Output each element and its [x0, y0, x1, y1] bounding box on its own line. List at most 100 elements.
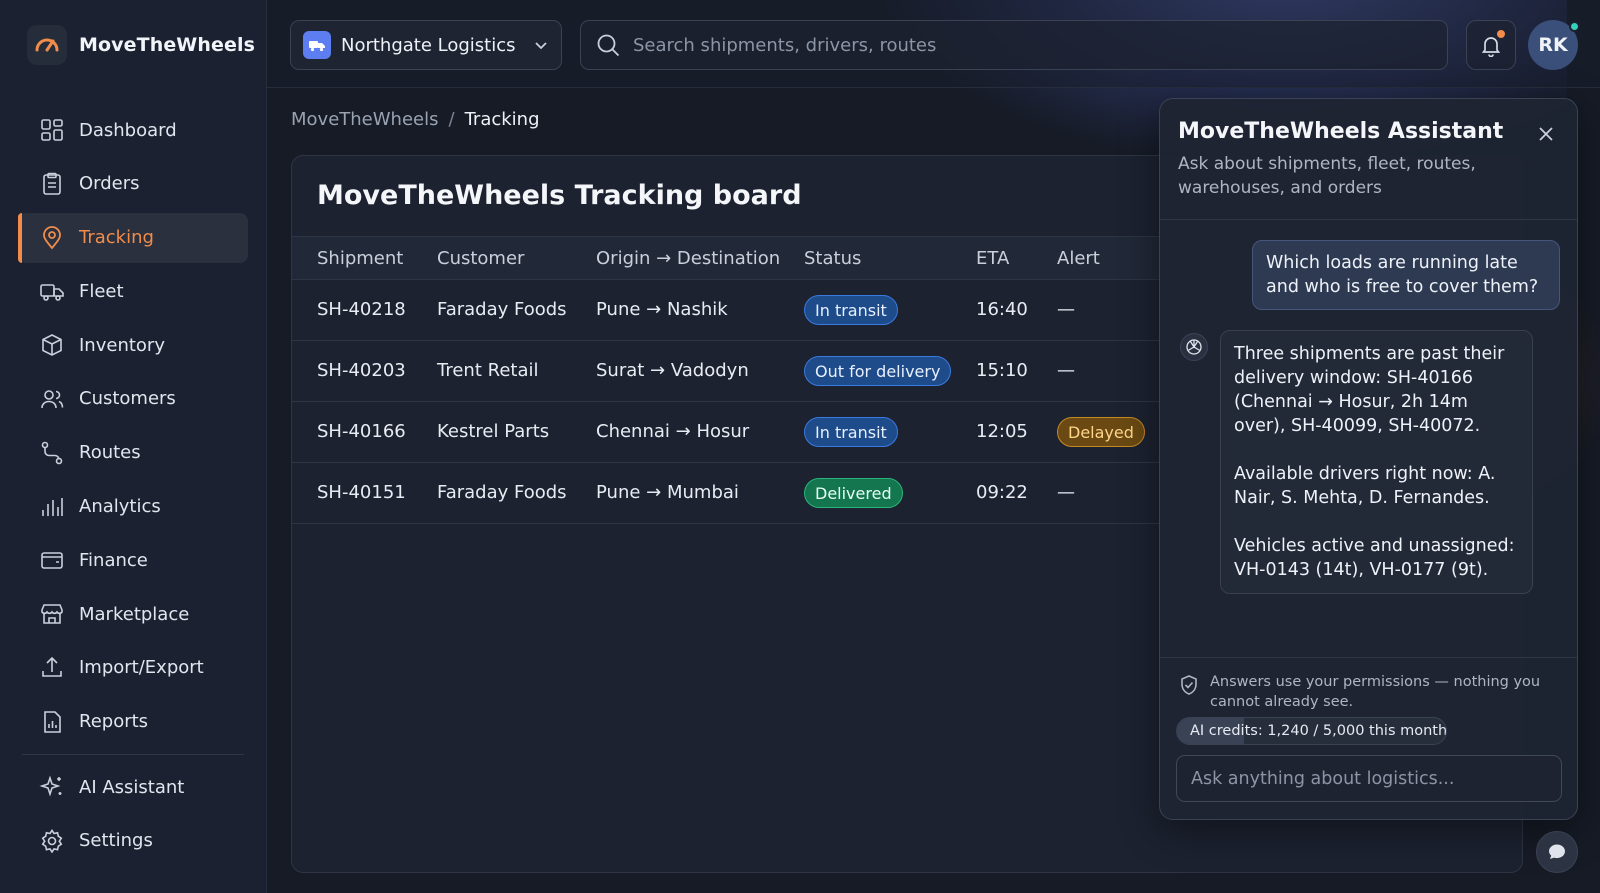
breadcrumb-root-link[interactable]: MoveTheWheels — [291, 109, 438, 130]
sidebar-item-label: Settings — [79, 830, 153, 852]
delayed-alert-badge: Delayed — [1057, 417, 1145, 447]
sidebar-item-routes[interactable]: Routes — [18, 428, 248, 478]
breadcrumb-separator: / — [448, 109, 455, 130]
route: Surat → Vadodyn — [596, 360, 749, 381]
sidebar-item-label: Orders — [79, 173, 140, 195]
assistant-message-paragraph: Available drivers right now: A. Nair, S.… — [1234, 464, 1496, 508]
sidebar-item-customers[interactable]: Customers — [18, 374, 248, 424]
online-status-dot — [1569, 21, 1580, 32]
box-icon — [42, 334, 62, 357]
assistant-input[interactable] — [1176, 755, 1562, 802]
route: Chennai → Hosur — [596, 421, 750, 442]
column-header-alert[interactable]: Alert — [1057, 248, 1100, 269]
sidebar-item-finance[interactable]: Finance — [18, 535, 248, 585]
sidebar-item-label: Customers — [79, 388, 176, 410]
sidebar-item-fleet[interactable]: Fleet — [18, 266, 248, 316]
ai-credits-meter: AI credits: 1,240 / 5,000 this month — [1176, 717, 1447, 745]
origin: Surat — [596, 360, 645, 381]
sidebar-item-ai-assistant[interactable]: AI Assistant — [18, 762, 248, 812]
customer-name: Faraday Foods — [437, 482, 567, 503]
notifications-button[interactable] — [1466, 20, 1516, 70]
sidebar-item-marketplace[interactable]: Marketplace — [18, 589, 248, 639]
sidebar-item-label: Fleet — [79, 280, 124, 302]
search-bar — [580, 20, 1448, 70]
report-icon — [44, 710, 61, 733]
chevron-down-icon — [535, 42, 547, 50]
shield-check-icon — [1181, 675, 1197, 695]
sidebar-item-label: Inventory — [79, 334, 165, 356]
sidebar-item-label: Finance — [79, 549, 148, 571]
upload-icon — [42, 656, 62, 677]
origin: Chennai — [596, 421, 670, 442]
assistant-message-paragraph: Three shipments are past their delivery … — [1234, 344, 1505, 436]
customer-name: Faraday Foods — [437, 299, 567, 320]
sparkle-icon — [39, 775, 62, 797]
sidebar-item-settings[interactable]: Settings — [18, 816, 248, 866]
assistant-subtitle: Ask about shipments, fleet, routes, ware… — [1178, 154, 1476, 198]
column-header-customer[interactable]: Customer — [437, 248, 524, 269]
wallet-icon — [41, 552, 63, 570]
status-badge: Delivered — [804, 478, 903, 508]
sidebar-item-inventory[interactable]: Inventory — [18, 320, 248, 370]
organization-name: Northgate Logistics — [341, 34, 516, 56]
organization-select[interactable]: Northgate Logistics — [290, 20, 562, 70]
status-badge: In transit — [804, 417, 898, 447]
assistant-title: MoveTheWheels Assistant — [1178, 119, 1504, 144]
permission-note-text: Answers use your permissions — nothing y… — [1210, 674, 1541, 710]
clipboard-icon — [43, 172, 61, 195]
sidebar-bottom-nav: AI Assistant Settings — [18, 762, 248, 870]
origin: Pune — [596, 299, 641, 320]
eta: 09:22 — [976, 482, 1028, 503]
alert-empty: — — [1057, 299, 1075, 320]
search-input[interactable] — [633, 34, 1433, 56]
status-badge: In transit — [804, 295, 898, 325]
permission-note: Answers use your permissions — nothing y… — [1178, 672, 1558, 712]
column-header-eta[interactable]: ETA — [976, 248, 1009, 269]
chat-button[interactable] — [1536, 831, 1578, 873]
sidebar-item-label: Reports — [79, 711, 149, 733]
sidebar-item-tracking[interactable]: Tracking — [18, 212, 248, 263]
shipment-id: SH-40218 — [317, 299, 406, 320]
column-header-status[interactable]: Status — [804, 248, 861, 269]
shipment-id: SH-40166 — [317, 421, 406, 442]
column-header-shipment[interactable]: Shipment — [317, 248, 403, 269]
sidebar-item-label: Marketplace — [79, 603, 190, 625]
sidebar-item-dashboard[interactable]: Dashboard — [18, 105, 248, 155]
assistant-message-paragraph: Vehicles active and unassigned: VH-0143 … — [1234, 536, 1515, 580]
sidebar-item-reports[interactable]: Reports — [18, 697, 248, 747]
sidebar-item-label: Routes — [79, 442, 141, 464]
column-header-route[interactable]: Origin → Destination — [596, 248, 780, 269]
truck-icon — [303, 31, 331, 59]
sidebar-nav: Dashboard Orders Tracking Fleet Inventor… — [18, 105, 248, 751]
close-button[interactable] — [1533, 121, 1559, 147]
customer-name: Kestrel Parts — [437, 421, 550, 442]
avatar-initials: RK — [1538, 34, 1568, 56]
sidebar-item-label: Analytics — [79, 496, 161, 518]
truck-icon — [40, 284, 64, 302]
sidebar-item-orders[interactable]: Orders — [18, 159, 248, 209]
close-icon — [1539, 127, 1553, 141]
sidebar-item-analytics[interactable]: Analytics — [18, 482, 248, 532]
breadcrumb-current: Tracking — [464, 109, 540, 130]
shipment-id: SH-40203 — [317, 360, 406, 381]
app-logo[interactable]: MoveTheWheels — [27, 25, 255, 65]
route-icon — [41, 441, 63, 465]
eta: 15:10 — [976, 360, 1028, 381]
board-title: MoveTheWheels Tracking board — [317, 180, 802, 211]
users-icon — [41, 390, 64, 409]
sidebar: MoveTheWheels Dashboard Orders Tracking … — [0, 0, 267, 893]
route: Pune → Mumbai — [596, 482, 739, 503]
dashboard-icon — [41, 119, 63, 141]
sidebar-item-import-export[interactable]: Import/Export — [18, 643, 248, 693]
eta: 16:40 — [976, 299, 1028, 320]
user-message: Which loads are running late and who is … — [1252, 240, 1560, 310]
sidebar-item-label: Tracking — [79, 227, 154, 249]
speedometer-logo-icon — [27, 25, 67, 65]
user-avatar[interactable]: RK — [1528, 20, 1580, 70]
destination: Mumbai — [666, 482, 739, 503]
search-icon — [597, 34, 620, 57]
sidebar-item-label: Dashboard — [79, 119, 177, 141]
bar-chart-icon — [42, 497, 63, 516]
assistant-header-divider — [1160, 219, 1577, 220]
location-pin-icon — [43, 225, 61, 249]
